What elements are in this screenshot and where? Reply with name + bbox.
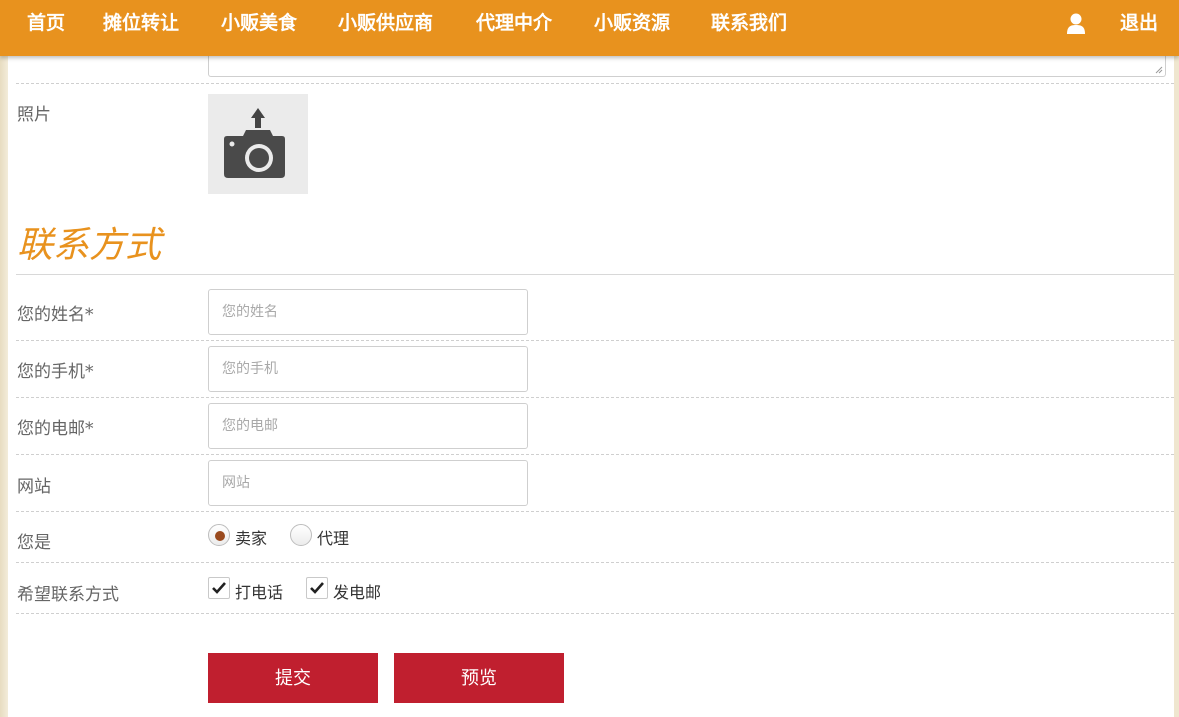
checkbox-email-label[interactable]: 发电邮 [333,579,381,603]
logout-link[interactable]: 退出 [1120,0,1158,46]
row-divider [16,397,1174,398]
row-divider [16,562,1174,563]
nav-item-vendor-suppliers[interactable]: 小贩供应商 [338,0,433,46]
radio-agent[interactable] [290,524,312,546]
nav-item-home[interactable]: 首页 [27,0,65,46]
name-label: 您的姓名* [17,305,94,325]
resize-grip-icon[interactable] [1155,66,1163,74]
radio-agent-label[interactable]: 代理 [317,525,349,549]
row-divider [16,454,1174,455]
website-input[interactable] [208,460,528,506]
phone-input[interactable] [208,346,528,392]
nav-item-agents[interactable]: 代理中介 [476,0,552,46]
radio-selected-dot [215,531,225,541]
photo-upload-button[interactable] [208,94,308,194]
website-label: 网站 [17,477,51,497]
photo-label: 照片 [17,105,51,125]
radio-seller-label[interactable]: 卖家 [235,525,267,549]
page-background-stripe [0,56,8,717]
form-panel: 照片 联系方式 您的姓名* 您的手机* 您的电邮* 网站 您是 卖家 代理 希望… [8,50,1174,717]
section-divider [16,274,1174,275]
name-input[interactable] [208,289,528,335]
email-input[interactable] [208,403,528,449]
submit-button[interactable]: 提交 [208,653,378,703]
camera-upload-icon [224,108,285,178]
phone-label: 您的手机* [17,362,94,382]
checkbox-phone-call-label[interactable]: 打电话 [235,579,283,603]
nav-item-vendor-food[interactable]: 小贩美食 [221,0,297,46]
contact-section-title: 联系方式 [17,225,162,266]
nav-item-contact-us[interactable]: 联系我们 [711,0,787,46]
radio-seller[interactable] [208,524,230,546]
row-divider [16,340,1174,341]
row-divider [16,613,1174,614]
row-divider [16,83,1174,84]
nav-item-vendor-resources[interactable]: 小贩资源 [594,0,670,46]
contact-pref-label: 希望联系方式 [17,585,119,605]
row-divider [16,511,1174,512]
checkmark-icon [310,582,324,594]
checkmark-icon [212,582,226,594]
checkbox-email[interactable] [306,577,328,599]
checkbox-phone-call[interactable] [208,577,230,599]
top-navigation-bar: 首页 摊位转让 小贩美食 小贩供应商 代理中介 小贩资源 联系我们 退出 [0,0,1179,56]
role-label: 您是 [17,533,51,553]
nav-item-stall-transfer[interactable]: 摊位转让 [103,0,179,46]
preview-button[interactable]: 预览 [394,653,564,703]
user-icon[interactable] [1066,13,1086,35]
email-label: 您的电邮* [17,419,94,439]
